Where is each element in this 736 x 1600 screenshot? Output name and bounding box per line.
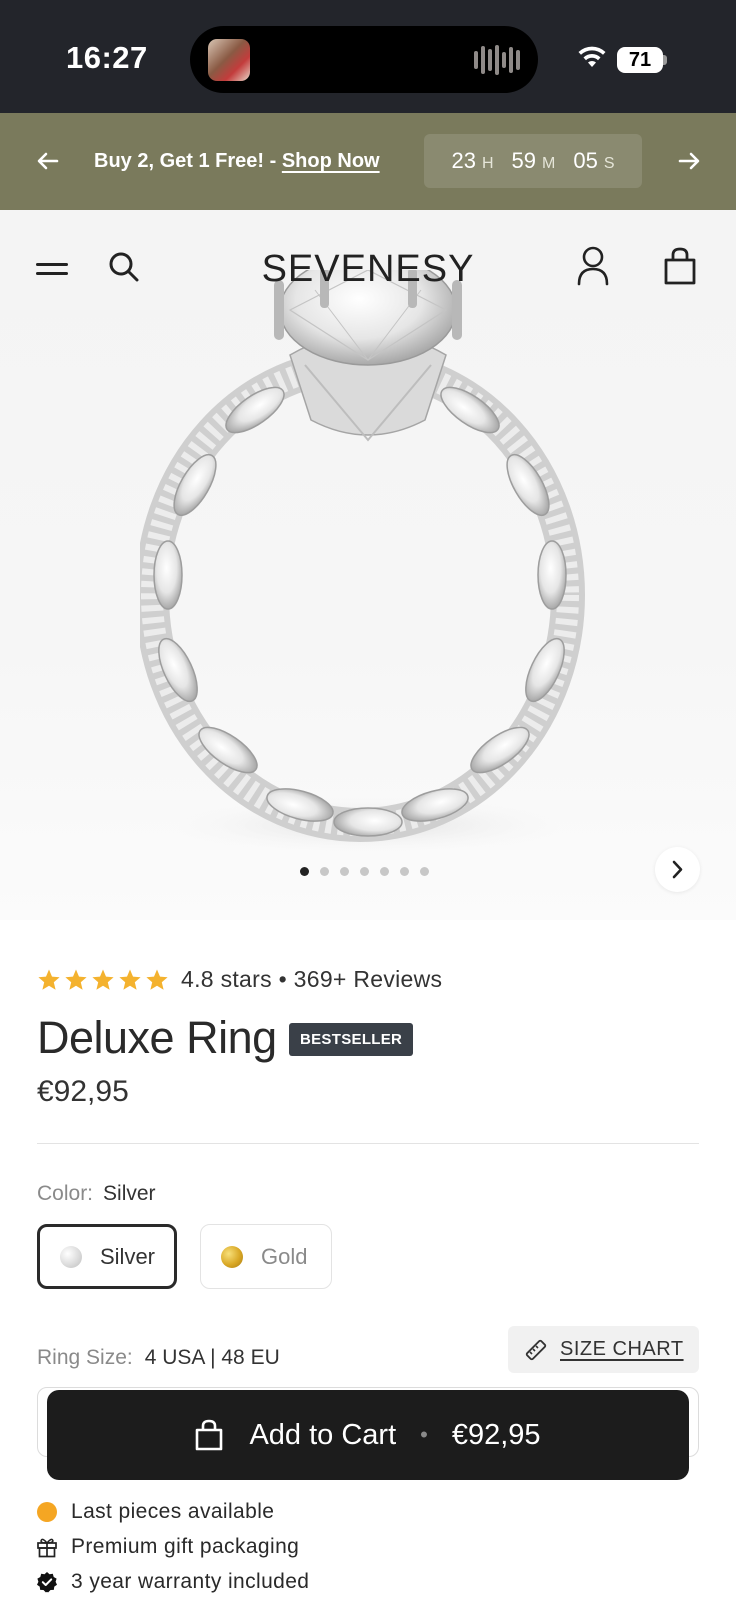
star-rating <box>37 968 169 992</box>
carousel-dot[interactable] <box>300 867 309 876</box>
now-playing-artwork <box>208 39 250 81</box>
color-option-label: Gold <box>261 1243 308 1269</box>
countdown-hours-value: 23 <box>451 148 476 173</box>
shopping-bag-icon <box>196 1419 223 1451</box>
shop-now-link[interactable]: Shop Now <box>282 150 380 172</box>
countdown-seconds-unit: S <box>603 155 615 172</box>
add-to-cart-price: €92,95 <box>451 1418 541 1451</box>
countdown-minutes: 59 M <box>512 148 556 174</box>
account-icon[interactable] <box>577 246 609 286</box>
ring-size-label: Ring Size: 4 USA | 48 EU <box>37 1346 280 1370</box>
countdown-hours: 23 H <box>451 148 493 174</box>
ring-size-label-text: Ring Size: <box>37 1346 133 1369</box>
wifi-icon <box>578 46 606 67</box>
promo-bar: Buy 2, Get 1 Free! - Shop Now 23 H 59 M 05… <box>0 113 736 210</box>
divider <box>37 1143 699 1144</box>
perks-list: Last pieces available Premium gift packa… <box>35 1494 309 1599</box>
dynamic-island[interactable] <box>190 26 538 93</box>
gold-swatch-icon <box>221 1245 243 1268</box>
ruler-icon <box>525 1339 547 1360</box>
promo-text: Buy 2, Get 1 Free! - <box>94 150 282 172</box>
silver-swatch-icon <box>60 1245 82 1268</box>
size-chart-label: SIZE CHART <box>560 1338 684 1360</box>
carousel-dot[interactable] <box>320 867 329 876</box>
countdown-seconds: 05 S <box>573 148 614 174</box>
color-option-label: Silver <box>100 1243 156 1269</box>
perk-last-pieces: Last pieces available <box>35 1494 309 1529</box>
carousel-dots <box>300 867 429 876</box>
add-to-cart-label: Add to Cart <box>249 1418 397 1451</box>
carousel-dot[interactable] <box>380 867 389 876</box>
perk-text: Last pieces available <box>71 1499 275 1523</box>
star-icon <box>92 969 114 990</box>
rating-text: 4.8 stars • 369+ Reviews <box>181 966 443 992</box>
product-image-carousel[interactable]: SEVENESY <box>0 210 736 920</box>
brand-logo[interactable]: SEVENESY <box>0 248 736 291</box>
perk-gift-packaging: Premium gift packaging <box>35 1529 309 1564</box>
countdown-seconds-value: 05 <box>573 148 598 173</box>
countdown-hours-unit: H <box>481 155 494 172</box>
countdown-timer: 23 H 59 M 05 S <box>424 134 642 188</box>
arrow-left-icon[interactable] <box>33 146 63 176</box>
status-time: 16:27 <box>66 40 148 75</box>
carousel-dot[interactable] <box>420 867 429 876</box>
battery-icon: 71 <box>617 47 663 73</box>
battery-tip <box>663 55 667 65</box>
ring-size-value: 4 USA | 48 EU <box>144 1346 280 1369</box>
color-option-silver[interactable]: Silver <box>37 1224 177 1289</box>
countdown-minutes-value: 59 <box>511 148 537 173</box>
chevron-right-icon <box>672 860 683 879</box>
verified-badge-icon <box>35 1570 59 1594</box>
orange-dot-icon <box>35 1500 59 1524</box>
star-icon <box>146 969 168 990</box>
color-selected-value: Silver <box>103 1182 156 1205</box>
star-icon <box>119 969 141 990</box>
product-title: Deluxe Ring <box>37 1012 277 1063</box>
rating-summary[interactable]: 4.8 stars • 369+ Reviews <box>37 966 442 993</box>
color-option-gold[interactable]: Gold <box>200 1224 332 1289</box>
add-to-cart-button[interactable]: Add to Cart • €92,95 <box>47 1390 689 1480</box>
perk-warranty: 3 year warranty included <box>35 1564 309 1599</box>
size-chart-button[interactable]: SIZE CHART <box>508 1326 699 1373</box>
audio-waveform-icon <box>474 43 520 77</box>
arrow-right-icon[interactable] <box>674 146 704 176</box>
carousel-dot[interactable] <box>400 867 409 876</box>
perk-text: 3 year warranty included <box>71 1569 310 1593</box>
carousel-dot[interactable] <box>340 867 349 876</box>
add-to-cart-separator: • <box>420 1422 428 1447</box>
bestseller-badge: BESTSELLER <box>289 1023 414 1056</box>
carousel-dot[interactable] <box>360 867 369 876</box>
star-icon <box>38 969 60 990</box>
promo-message: Buy 2, Get 1 Free! - Shop Now <box>94 150 380 173</box>
carousel-next-button[interactable] <box>655 847 700 892</box>
gift-icon <box>35 1535 59 1559</box>
product-image-ring <box>140 270 585 853</box>
color-label: Color: Silver <box>37 1182 156 1206</box>
countdown-minutes-unit: M <box>542 155 556 172</box>
perk-text: Premium gift packaging <box>71 1534 300 1558</box>
cart-bag-icon[interactable] <box>663 246 697 286</box>
color-label-text: Color: <box>37 1182 94 1205</box>
product-price: €92,95 <box>37 1075 129 1108</box>
star-icon <box>65 969 87 990</box>
status-bar: 16:27 71 <box>0 0 736 113</box>
